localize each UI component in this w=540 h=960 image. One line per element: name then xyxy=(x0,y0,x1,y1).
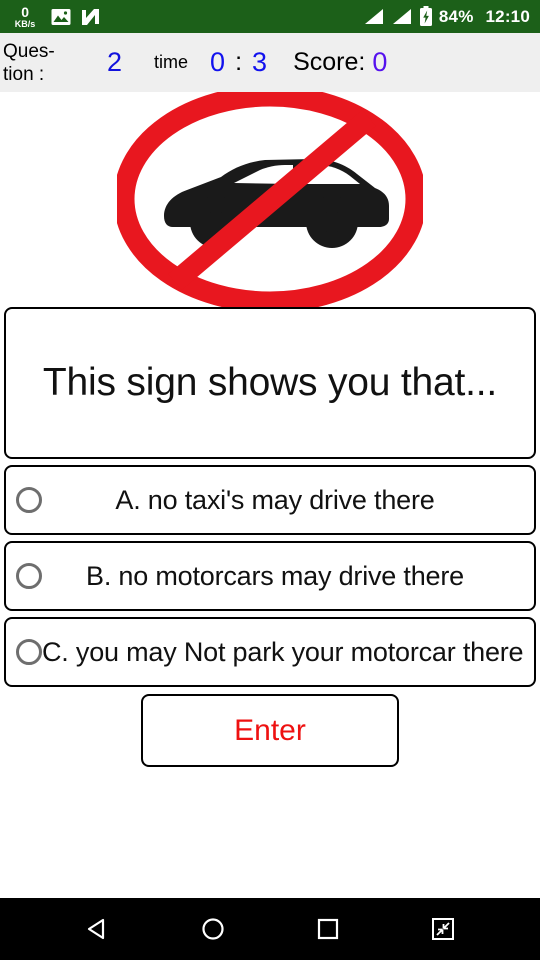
quiz-content: This sign shows you that... A. no taxi's… xyxy=(0,307,540,898)
option-label-a: A. no taxi's may drive there xyxy=(115,484,435,515)
shrink-screen-icon xyxy=(431,918,454,940)
home-circle-icon xyxy=(201,918,224,940)
back-button[interactable] xyxy=(70,907,126,951)
option-label-b: B. no motorcars may drive there xyxy=(86,560,464,591)
option-row-a[interactable]: A. no taxi's may drive there xyxy=(4,465,536,535)
timer-seconds: 3 xyxy=(252,47,268,77)
question-text: This sign shows you that... xyxy=(42,361,498,404)
image-icon xyxy=(51,8,71,26)
question-card: This sign shows you that... xyxy=(4,307,536,459)
recents-button[interactable] xyxy=(300,907,356,951)
sign-image-area xyxy=(0,92,540,307)
quiz-header: Ques-tion : 2 time 0 : 3 Score: 0 xyxy=(0,33,540,92)
enter-button-row: Enter xyxy=(4,694,536,767)
back-triangle-icon xyxy=(87,918,104,940)
android-n-icon xyxy=(80,7,101,27)
battery-charging-icon xyxy=(419,6,433,27)
radio-unchecked-icon[interactable] xyxy=(16,563,42,589)
status-bar: 0 KB/s 84% 12:10 xyxy=(0,0,540,33)
android-navigation-bar xyxy=(0,898,540,960)
enter-button[interactable]: Enter xyxy=(141,694,399,767)
option-row-b[interactable]: B. no motorcars may drive there xyxy=(4,541,536,611)
radio-unchecked-icon[interactable] xyxy=(16,639,42,665)
home-button[interactable] xyxy=(185,907,241,951)
signal-bars-icon xyxy=(391,8,413,26)
network-speed-unit: KB/s xyxy=(14,18,36,29)
time-label: time xyxy=(154,52,189,72)
timer-minutes: 0 xyxy=(210,47,226,77)
battery-percent-label: 84% xyxy=(438,6,474,26)
phone-screen: 0 KB/s 84% 12:10 Ques-tion: 2 time 0: … xyxy=(0,0,540,960)
status-bar-left: 0 KB/s xyxy=(8,5,101,29)
question-label: Ques-tion : xyxy=(3,40,55,85)
network-speed-value: 0 xyxy=(21,3,29,20)
clock-label: 12:10 xyxy=(485,6,530,26)
network-speed-indicator: 0 KB/s xyxy=(8,5,42,29)
radio-unchecked-icon[interactable] xyxy=(16,487,42,513)
option-row-c[interactable]: C. you may Not park your motorcar there xyxy=(4,617,536,687)
empty-space xyxy=(4,767,536,898)
status-bar-right: 84% 12:10 xyxy=(363,6,530,27)
option-label-c: C. you may Not park your motorcar there xyxy=(42,636,524,667)
no-motorcars-road-sign xyxy=(117,92,423,307)
signal-bars-icon xyxy=(363,8,385,26)
score-value: 0 xyxy=(372,47,388,77)
recents-square-icon xyxy=(317,918,338,940)
shrink-screen-button[interactable] xyxy=(415,907,471,951)
score-label: Score: xyxy=(293,48,366,76)
timer-separator: : xyxy=(235,48,243,76)
question-number: 2 xyxy=(107,47,123,77)
